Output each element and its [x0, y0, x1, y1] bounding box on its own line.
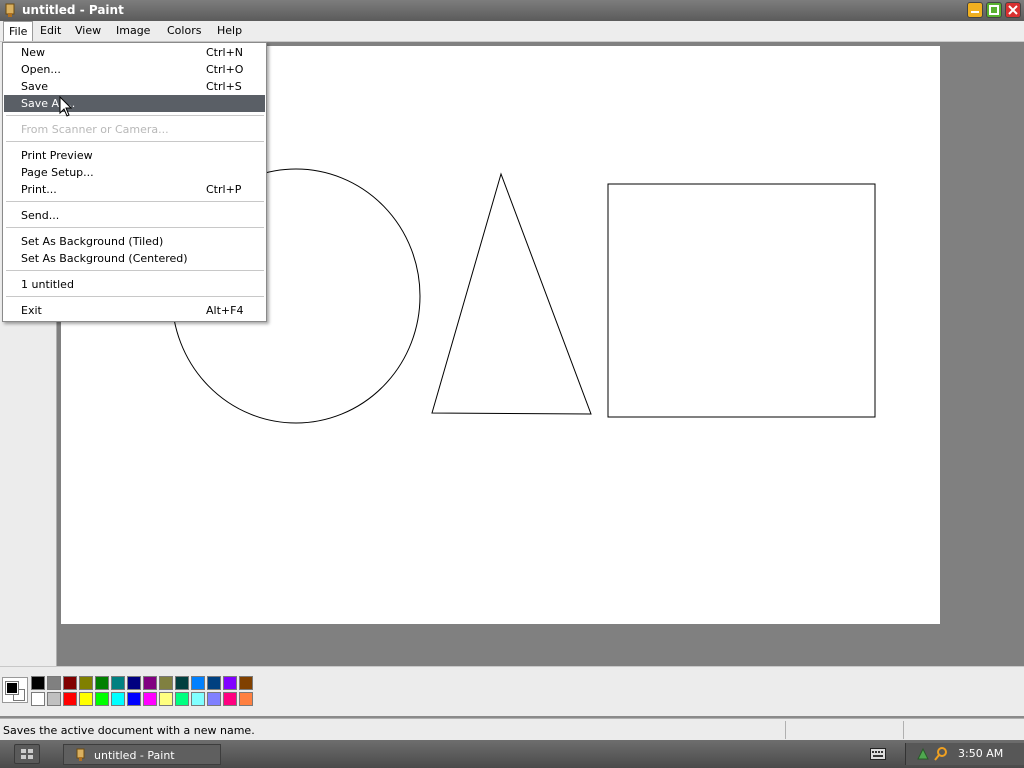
color-swatch[interactable]: [239, 676, 253, 690]
color-swatch[interactable]: [31, 676, 45, 690]
menu-view[interactable]: View: [70, 21, 106, 41]
status-divider: [903, 721, 904, 739]
taskbar-button-paint[interactable]: untitled - Paint: [63, 744, 221, 765]
menu-item-page-setup[interactable]: Page Setup...: [4, 164, 265, 181]
mouse-pointer-icon: [59, 96, 73, 117]
color-swatch[interactable]: [31, 692, 45, 706]
close-button[interactable]: [1005, 2, 1021, 18]
status-divider: [785, 721, 786, 739]
minimize-button[interactable]: [967, 2, 983, 18]
color-swatch[interactable]: [127, 692, 141, 706]
color-swatch[interactable]: [175, 676, 189, 690]
color-swatch[interactable]: [159, 676, 173, 690]
menu-help[interactable]: Help: [212, 21, 247, 41]
status-text: Saves the active document with a new nam…: [3, 724, 255, 737]
start-button[interactable]: [14, 744, 40, 764]
color-swatch[interactable]: [239, 692, 253, 706]
color-palette: [0, 666, 1024, 716]
color-swatch[interactable]: [127, 676, 141, 690]
color-swatch[interactable]: [47, 692, 61, 706]
color-swatch[interactable]: [79, 692, 93, 706]
color-swatch[interactable]: [207, 692, 221, 706]
status-bar: Saves the active document with a new nam…: [0, 718, 1024, 740]
color-swatch[interactable]: [95, 692, 109, 706]
menu-separator: [6, 270, 264, 272]
minimize-icon: [971, 11, 979, 13]
current-colors-indicator[interactable]: [2, 677, 28, 703]
close-icon: [1008, 5, 1018, 15]
menu-file[interactable]: File: [3, 21, 34, 41]
keyboard-icon[interactable]: [870, 748, 886, 760]
color-swatch[interactable]: [111, 676, 125, 690]
rectangle-shape: [607, 183, 876, 418]
menu-separator: [6, 201, 264, 203]
menu-separator: [6, 141, 264, 143]
color-swatch[interactable]: [223, 676, 237, 690]
start-menu-icon: [21, 749, 33, 759]
menu-separator: [6, 296, 264, 298]
color-swatch[interactable]: [223, 692, 237, 706]
menu-item-open[interactable]: Open... Ctrl+O: [4, 61, 265, 78]
color-swatch[interactable]: [191, 692, 205, 706]
menu-item-print-preview[interactable]: Print Preview: [4, 147, 265, 164]
file-menu-dropdown: New Ctrl+N Open... Ctrl+O Save Ctrl+S Save …: [2, 42, 267, 322]
color-swatch[interactable]: [63, 692, 77, 706]
menu-edit[interactable]: Edit: [35, 21, 66, 41]
color-swatch[interactable]: [143, 676, 157, 690]
menu-item-new[interactable]: New Ctrl+N: [4, 44, 265, 61]
search-icon[interactable]: [934, 746, 948, 762]
window-title: untitled - Paint: [22, 3, 124, 17]
menu-item-print[interactable]: Print... Ctrl+P: [4, 181, 265, 198]
clock: 3:50 AM: [958, 747, 1004, 760]
color-swatch[interactable]: [47, 676, 61, 690]
maximize-icon: [989, 5, 999, 15]
menu-item-background-centered[interactable]: Set As Background (Centered): [4, 250, 265, 267]
color-swatch[interactable]: [79, 676, 93, 690]
menu-bar: File Edit View Image Colors Help: [0, 21, 1024, 42]
menu-item-send[interactable]: Send...: [4, 207, 265, 224]
menu-item-background-tiled[interactable]: Set As Background (Tiled): [4, 233, 265, 250]
menu-colors[interactable]: Colors: [162, 21, 206, 41]
triangle-shape: [431, 172, 592, 415]
menu-item-from-scanner: From Scanner or Camera...: [21, 123, 169, 136]
color-swatch[interactable]: [63, 676, 77, 690]
color-swatch[interactable]: [143, 692, 157, 706]
network-icon[interactable]: [916, 747, 930, 761]
color-swatch[interactable]: [159, 692, 173, 706]
menu-item-save-as[interactable]: Save As...: [4, 95, 265, 112]
color-swatch[interactable]: [207, 676, 221, 690]
title-bar: untitled - Paint: [0, 0, 1024, 21]
menu-separator: [6, 115, 264, 117]
maximize-button[interactable]: [986, 2, 1002, 18]
foreground-color-swatch: [5, 681, 19, 695]
color-swatch[interactable]: [191, 676, 205, 690]
taskbar: untitled - Paint 3:50 AM: [0, 740, 1024, 768]
paint-app-icon: [76, 748, 85, 761]
menu-item-save[interactable]: Save Ctrl+S: [4, 78, 265, 95]
menu-image[interactable]: Image: [111, 21, 155, 41]
color-swatch[interactable]: [95, 676, 109, 690]
menu-item-exit[interactable]: Exit Alt+F4: [4, 302, 265, 319]
menu-separator: [6, 227, 264, 229]
menu-item-recent-file[interactable]: 1 untitled: [4, 276, 265, 293]
paint-app-icon: [5, 3, 15, 17]
color-swatch[interactable]: [111, 692, 125, 706]
color-swatch[interactable]: [175, 692, 189, 706]
